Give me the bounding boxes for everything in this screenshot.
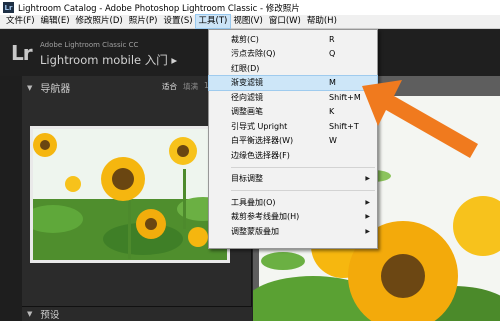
presets-title: 预设 [40,310,60,321]
zoom-fit[interactable]: 适合 [162,81,177,92]
menu-item-white-balance-selector[interactable]: 白平衡选择器(W) W [209,134,377,149]
lightroom-app-icon: Lr [3,2,14,13]
menu-item-spot-removal[interactable]: 污点去除(Q) Q [209,47,377,62]
menu-item-crop[interactable]: 裁剪(C) R [209,32,377,47]
tools-menu-dropdown: 裁剪(C) R 污点去除(Q) Q 红眼(D) 渐变滤镜 M 径向滤镜 Shift+M … [208,29,378,249]
collapse-triangle-icon[interactable]: ▼ [27,310,32,318]
presets-header[interactable]: ▼ 预设 [22,306,252,321]
menu-item-fringe-color-selector[interactable]: 边缘色选择器(F) [209,148,377,163]
menu-separator [231,190,375,191]
menu-separator [231,166,375,168]
menu-item-tool-overlay[interactable]: 工具叠加(O) ▶ [209,195,377,210]
navigator-title: 导航器 [40,84,71,95]
menu-develop[interactable]: 修改照片(D) [73,15,126,28]
zoom-fill[interactable]: 填满 [183,81,198,92]
submenu-arrow-icon: ▶ [365,198,370,206]
menu-tools[interactable]: 工具(T) [194,14,232,29]
menu-help[interactable]: 帮助(H) [304,15,340,28]
menu-item-targeted-adjustment[interactable]: 目标调整 ▶ [209,172,377,187]
menu-settings[interactable]: 设置(S) [161,15,196,28]
menu-item-graduated-filter[interactable]: 渐变滤镜 M [208,74,378,91]
lr-logo: Lr [11,41,33,65]
menu-edit[interactable]: 编辑(E) [38,15,73,28]
title-bar: Lr Lightroom Catalog - Adobe Photoshop L… [0,0,500,15]
submenu-arrow-icon: ▶ [365,175,370,183]
mobile-getting-started-link[interactable]: Lightroom mobile 入门 ▸ [40,52,177,68]
menu-file[interactable]: 文件(F) [3,15,38,28]
submenu-arrow-icon: ▶ [365,213,370,221]
submenu-arrow-icon: ▶ [365,227,370,235]
menu-item-guided-upright[interactable]: 引导式 Upright Shift+T [209,119,377,134]
collapse-triangle-icon[interactable]: ▼ [27,84,32,92]
menu-item-radial-filter[interactable]: 径向滤镜 Shift+M [209,90,377,105]
menu-photo[interactable]: 照片(P) [126,15,161,28]
product-name: Adobe Lightroom Classic CC [40,41,139,49]
annotation-arrow-icon [362,80,478,158]
left-panel-edge[interactable] [0,76,22,321]
menu-window[interactable]: 窗口(W) [266,15,304,28]
menu-item-adjustment-brush[interactable]: 调整画笔 K [209,105,377,120]
menu-item-red-eye[interactable]: 红眼(D) [209,61,377,76]
navigator-preview-image[interactable] [30,126,230,263]
menu-bar: 文件(F) 编辑(E) 修改照片(D) 照片(P) 设置(S) 工具(T) 视图… [0,14,500,29]
menu-item-adjustment-mask-overlay[interactable]: 调整蒙版叠加 ▶ [209,224,377,239]
window-title: Lightroom Catalog - Adobe Photoshop Ligh… [18,3,300,14]
menu-view[interactable]: 视图(V) [230,15,265,28]
menu-item-crop-guide-overlay[interactable]: 裁剪参考线叠加(H) ▶ [209,210,377,225]
